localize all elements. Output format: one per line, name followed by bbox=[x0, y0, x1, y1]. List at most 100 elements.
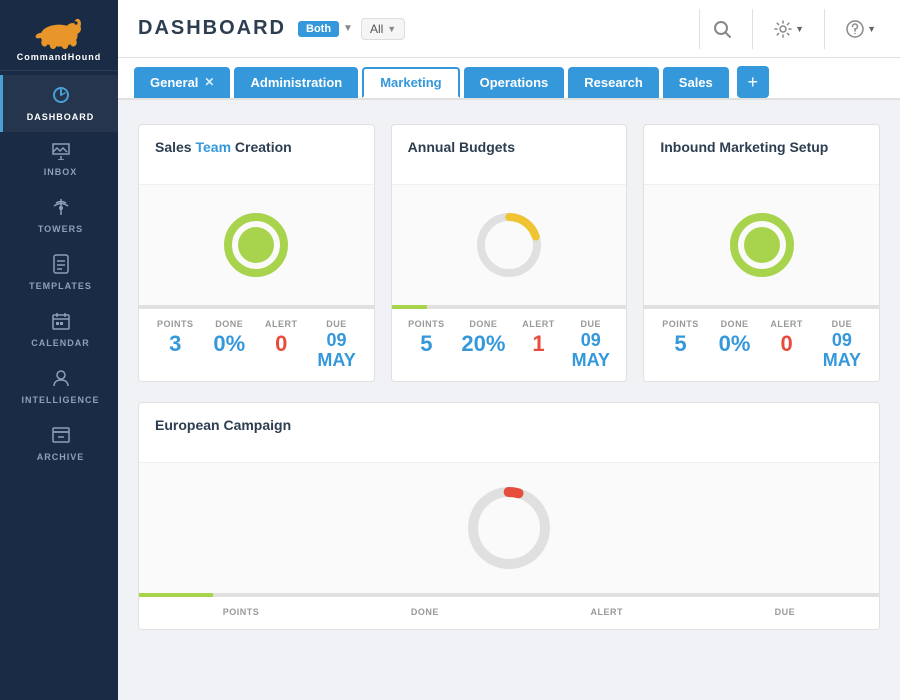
card-inbound-title: Inbound Marketing Setup bbox=[660, 139, 828, 155]
done-value: 0% bbox=[719, 331, 751, 357]
towers-icon bbox=[51, 197, 71, 220]
logo-area: CommandHound bbox=[0, 0, 118, 71]
alert-value: 0 bbox=[780, 331, 792, 357]
card-sales-team-header: Sales Team Creation bbox=[139, 125, 374, 185]
gear-icon bbox=[773, 19, 793, 39]
tab-general[interactable]: General ✕ bbox=[134, 67, 230, 98]
card-annual-budgets-title: Annual Budgets bbox=[408, 139, 515, 155]
alert-label: ALERT bbox=[265, 319, 298, 329]
done-label: DONE bbox=[469, 319, 497, 329]
tab-sales[interactable]: Sales bbox=[663, 67, 729, 98]
stat-alert: ALERT 0 bbox=[770, 319, 803, 371]
sidebar-item-dashboard[interactable]: DASHBOARD bbox=[0, 75, 118, 132]
alert-label: ALERT bbox=[770, 319, 803, 329]
highlight-text: Team bbox=[195, 139, 231, 155]
calendar-icon bbox=[51, 311, 71, 334]
due-label: DUE bbox=[581, 319, 602, 329]
add-tab-button[interactable]: + bbox=[737, 66, 769, 98]
header-icons: ▼ ▼ bbox=[708, 9, 880, 49]
due-label: DUE bbox=[832, 319, 853, 329]
logo-dog-icon bbox=[29, 12, 89, 50]
annual-budgets-donut bbox=[474, 210, 544, 280]
points-value: 5 bbox=[674, 331, 686, 357]
card-european-body bbox=[139, 463, 879, 593]
content-area: Sales Team Creation bbox=[118, 100, 900, 700]
annual-budgets-stats: POINTS 5 DONE 20% ALERT 1 DUE 09MAY bbox=[392, 309, 627, 381]
search-button[interactable] bbox=[708, 15, 736, 43]
due-label: DUE bbox=[775, 607, 796, 617]
points-label: POINTS bbox=[223, 607, 260, 617]
stat-points: POINTS 5 bbox=[408, 319, 445, 371]
tab-administration[interactable]: Administration bbox=[234, 67, 358, 98]
tab-research[interactable]: Research bbox=[568, 67, 659, 98]
card-sales-team-title: Sales Team Creation bbox=[155, 139, 292, 155]
european-stats: POINTS DONE ALERT DUE bbox=[139, 597, 879, 629]
help-arrow: ▼ bbox=[867, 24, 876, 34]
header-divider bbox=[699, 9, 700, 49]
done-value: 0% bbox=[213, 331, 245, 357]
alert-label: ALERT bbox=[591, 607, 624, 617]
settings-button[interactable]: ▼ bbox=[769, 15, 808, 43]
help-button[interactable]: ▼ bbox=[841, 15, 880, 43]
sidebar-item-inbox[interactable]: INBOX bbox=[0, 132, 118, 187]
points-value: 5 bbox=[420, 331, 432, 357]
inbox-icon bbox=[51, 142, 71, 163]
european-donut-svg bbox=[464, 483, 554, 573]
points-value: 3 bbox=[169, 331, 181, 357]
tab-operations[interactable]: Operations bbox=[464, 67, 565, 98]
add-tab-icon: + bbox=[748, 72, 759, 93]
header: DASHBOARD Both ▼ All ▼ ▼ bbox=[118, 0, 900, 58]
inbound-stats: POINTS 5 DONE 0% ALERT 0 DUE 09MAY bbox=[644, 309, 879, 381]
annual-budgets-donut-svg bbox=[474, 210, 544, 280]
sales-team-stats: POINTS 3 DONE 0% ALERT 0 DUE 09MAY bbox=[139, 309, 374, 381]
done-value: 20% bbox=[461, 331, 505, 357]
alert-value: 0 bbox=[275, 331, 287, 357]
card-european-header: European Campaign bbox=[139, 403, 879, 463]
towers-label: TOWERS bbox=[38, 224, 83, 234]
stat-done: DONE 0% bbox=[719, 319, 751, 371]
sidebar: CommandHound DASHBOARD INBOX bbox=[0, 0, 118, 700]
tab-sales-label: Sales bbox=[679, 75, 713, 90]
header-divider2 bbox=[752, 9, 753, 49]
tab-research-label: Research bbox=[584, 75, 643, 90]
done-label: DONE bbox=[721, 319, 749, 329]
done-label: DONE bbox=[411, 607, 439, 617]
tab-general-label: General bbox=[150, 75, 198, 90]
card-sales-team-creation: Sales Team Creation bbox=[138, 124, 375, 382]
sidebar-item-intelligence[interactable]: INTELLIGENCE bbox=[0, 358, 118, 415]
filter-arrow-icon: ▼ bbox=[387, 24, 396, 34]
cards-row-2: European Campaign POINT bbox=[138, 402, 880, 630]
filter-dropdown[interactable]: All ▼ bbox=[361, 18, 405, 40]
card-sales-team-body bbox=[139, 185, 374, 305]
inbound-donut-svg bbox=[727, 210, 797, 280]
tab-marketing-label: Marketing bbox=[380, 75, 441, 90]
header-divider3 bbox=[824, 9, 825, 49]
stat-points: POINTS 3 bbox=[157, 319, 194, 371]
sidebar-item-archive[interactable]: ARCHIVE bbox=[0, 415, 118, 472]
stat-done: DONE bbox=[411, 607, 439, 619]
archive-icon bbox=[51, 425, 71, 448]
tab-general-close-icon[interactable]: ✕ bbox=[204, 75, 214, 89]
sales-team-donut bbox=[221, 210, 291, 280]
dashboard-icon bbox=[51, 85, 71, 108]
due-value: 09MAY bbox=[823, 331, 861, 371]
alert-value: 1 bbox=[532, 331, 544, 357]
points-label: POINTS bbox=[662, 319, 699, 329]
cards-row-1: Sales Team Creation bbox=[138, 124, 880, 382]
sidebar-item-templates[interactable]: TEMPLATES bbox=[0, 244, 118, 301]
sidebar-item-towers[interactable]: TOWERS bbox=[0, 187, 118, 244]
points-label: POINTS bbox=[157, 319, 194, 329]
tabs-bar: General ✕ Administration Marketing Opera… bbox=[118, 58, 900, 100]
stat-due: DUE 09MAY bbox=[823, 319, 861, 371]
alert-label: ALERT bbox=[522, 319, 555, 329]
intelligence-label: INTELLIGENCE bbox=[21, 395, 99, 405]
stat-due: DUE 09MAY bbox=[572, 319, 610, 371]
sidebar-item-calendar[interactable]: CALENDAR bbox=[0, 301, 118, 358]
stat-done: DONE 0% bbox=[213, 319, 245, 371]
header-badge[interactable]: Both bbox=[298, 21, 339, 37]
inbox-label: INBOX bbox=[44, 167, 78, 177]
card-european-campaign: European Campaign POINT bbox=[138, 402, 880, 630]
inbound-donut bbox=[727, 210, 797, 280]
card-annual-budgets-header: Annual Budgets bbox=[392, 125, 627, 185]
tab-marketing[interactable]: Marketing bbox=[362, 67, 459, 98]
